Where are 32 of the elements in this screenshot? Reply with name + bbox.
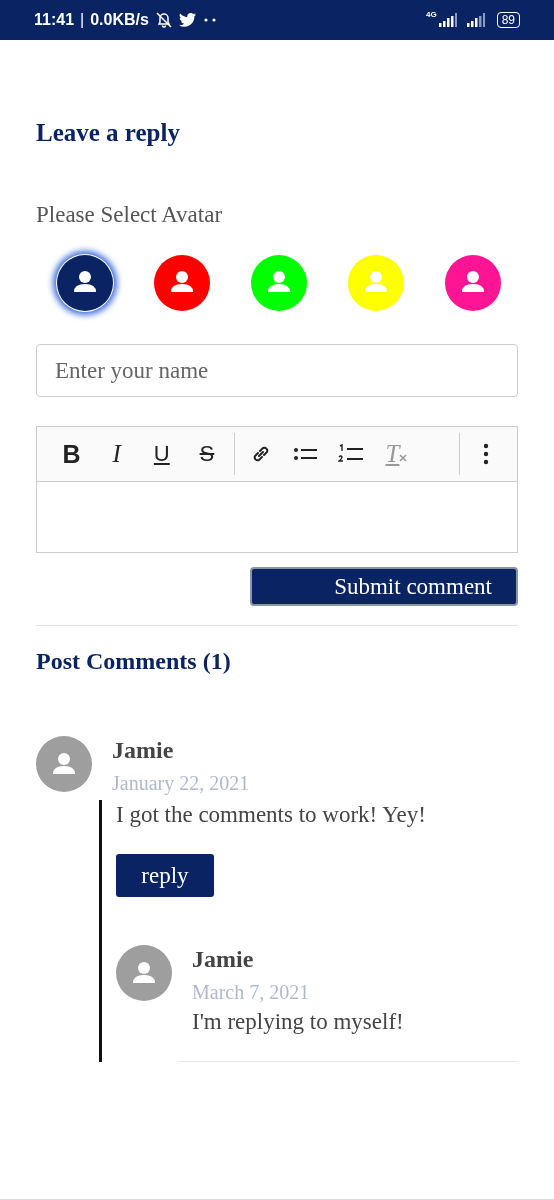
signal-icon	[464, 13, 487, 27]
comment-text: I got the comments to work! Yey!	[116, 801, 427, 829]
comment-text: I'm replying to myself!	[192, 1008, 404, 1036]
network-type: 4G	[425, 10, 437, 19]
author-name: Jamie	[192, 945, 255, 973]
battery-level: 89	[496, 12, 520, 28]
x-icon	[399, 454, 408, 462]
more-dots-icon	[202, 17, 217, 23]
section-title: Post Comments (1)	[36, 647, 232, 676]
numbered-list-icon[interactable]	[338, 443, 365, 465]
bird-icon	[178, 12, 197, 28]
underline-button[interactable]: U	[139, 441, 185, 467]
signal-icon	[436, 13, 459, 27]
avatar-option[interactable]	[56, 254, 114, 312]
clock-time: 11:41	[34, 11, 75, 29]
bold-button[interactable]: B	[49, 439, 95, 469]
submit-button[interactable]: Submit comment	[250, 567, 518, 606]
avatar-icon	[36, 736, 92, 792]
comment-date: January 22, 2021	[112, 772, 250, 794]
avatar-icon	[116, 945, 172, 1001]
network-speed: 0.0KB/s	[90, 11, 149, 29]
section-title: Leave a reply	[36, 118, 181, 148]
separator-text: |	[80, 11, 85, 29]
italic-button[interactable]: I	[94, 440, 140, 468]
reply-button[interactable]: reply	[116, 854, 214, 897]
comment-date: March 7, 2021	[192, 981, 311, 1003]
strikethrough-button[interactable]: S	[184, 441, 230, 467]
name-field[interactable]: Enter your name	[36, 344, 518, 397]
muted-bell-icon	[154, 11, 173, 29]
author-name: Jamie	[112, 736, 175, 764]
more-options-icon[interactable]	[482, 442, 491, 466]
avatar-prompt: Please Select Avatar	[36, 201, 224, 229]
